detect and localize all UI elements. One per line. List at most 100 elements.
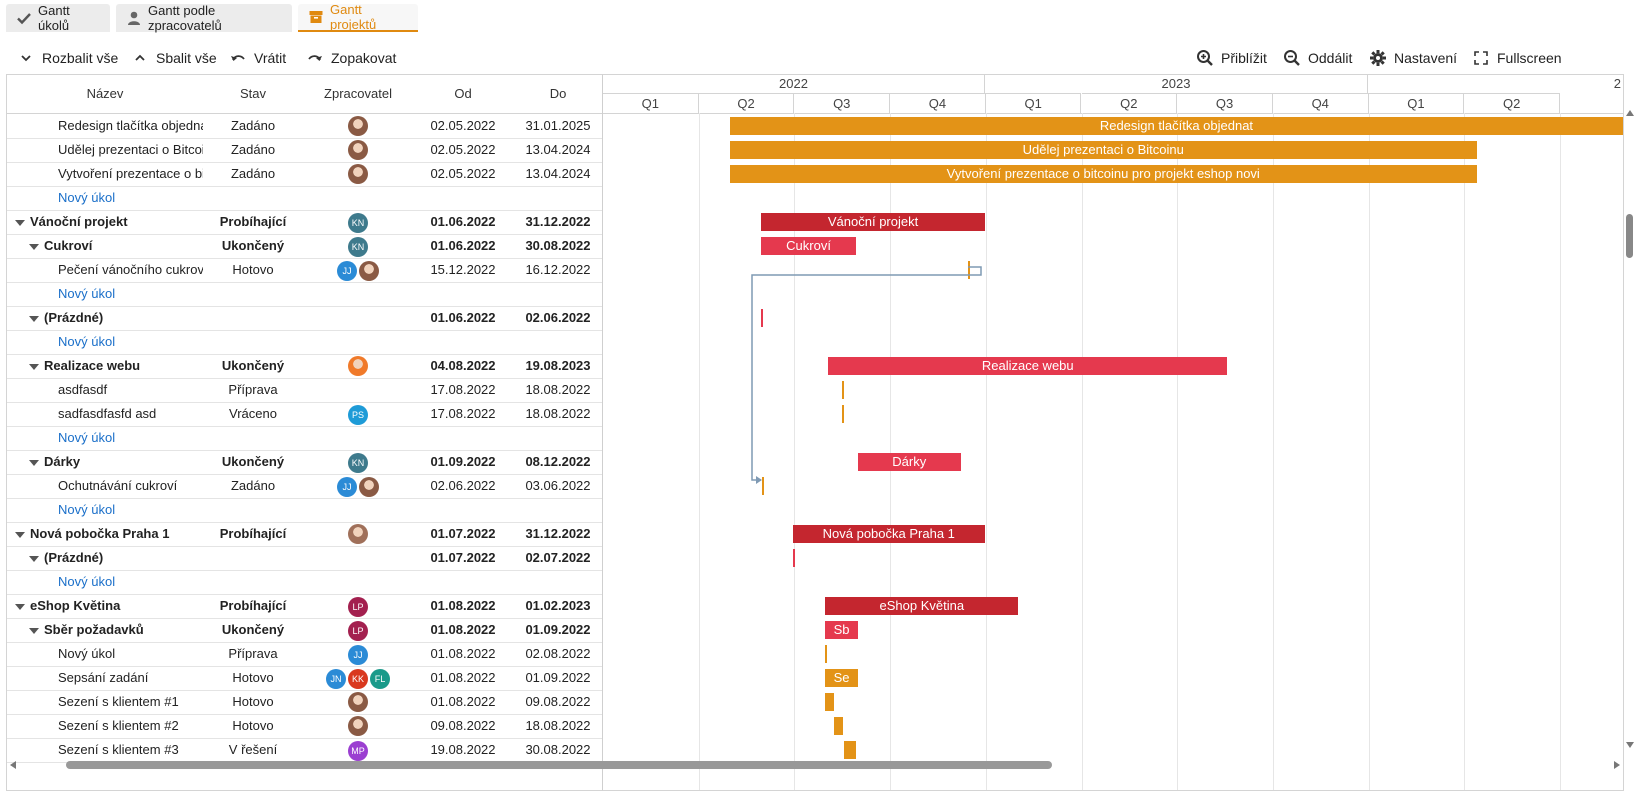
scroll-up-arrow[interactable] bbox=[1626, 110, 1634, 116]
expand-caret-icon[interactable] bbox=[29, 363, 39, 370]
table-row[interactable]: eShop Květina Probíhající LP 01.08.2022 01.0… bbox=[7, 594, 603, 619]
avatar[interactable]: KN bbox=[348, 237, 368, 257]
fullscreen-icon bbox=[1472, 49, 1490, 67]
table-row[interactable]: Udělej prezentaci o Bitcoi Zadáno 02.05.20… bbox=[7, 138, 603, 163]
avatar[interactable] bbox=[348, 356, 368, 376]
table-row[interactable]: Nová pobočka Praha 1 Probíhající 01.07.202… bbox=[7, 522, 603, 547]
expand-caret-icon[interactable] bbox=[15, 531, 25, 538]
column-header-status[interactable]: Stav bbox=[203, 75, 303, 113]
avatar[interactable]: KK bbox=[348, 669, 368, 689]
expand-caret-icon[interactable] bbox=[29, 459, 39, 466]
new-task-row[interactable]: Nový úkol bbox=[7, 426, 603, 451]
undo-button[interactable]: Vrátit bbox=[229, 43, 286, 73]
new-task-link[interactable]: Nový úkol bbox=[58, 190, 115, 205]
table-row[interactable]: Vytvoření prezentace o bi Zadáno 02.05.202… bbox=[7, 162, 603, 187]
new-task-link[interactable]: Nový úkol bbox=[58, 430, 115, 445]
horizontal-scroll-thumb[interactable] bbox=[66, 761, 1052, 769]
cell-to: 18.08.2022 bbox=[525, 382, 591, 397]
expand-caret-icon[interactable] bbox=[29, 555, 39, 562]
column-header-assignee[interactable]: Zpracovatel bbox=[303, 75, 413, 113]
settings-button[interactable]: Nastavení bbox=[1369, 43, 1457, 73]
cell-assignee: PS bbox=[303, 402, 413, 426]
new-task-row[interactable]: Nový úkol bbox=[7, 186, 603, 211]
cell-status: Zadáno bbox=[230, 478, 276, 493]
redo-button[interactable]: Zopakovat bbox=[306, 43, 396, 73]
cell-name: Vytvoření prezentace o bi bbox=[7, 162, 203, 186]
new-task-link[interactable]: Nový úkol bbox=[58, 502, 115, 517]
column-header-from[interactable]: Od bbox=[413, 75, 513, 113]
column-header-to[interactable]: Do bbox=[513, 75, 603, 113]
table-row[interactable]: Dárky Ukončený KN 01.09.2022 08.12.2022 bbox=[7, 450, 603, 475]
table-row[interactable]: Realizace webu Ukončený 04.08.2022 19.08.20… bbox=[7, 354, 603, 379]
new-task-row[interactable]: Nový úkol bbox=[7, 498, 603, 523]
collapse-all-button[interactable]: Sbalit vše bbox=[131, 43, 217, 73]
avatar[interactable] bbox=[348, 692, 368, 712]
new-task-link[interactable]: Nový úkol bbox=[58, 574, 115, 589]
horizontal-scrollbar[interactable] bbox=[6, 758, 1638, 772]
table-row[interactable]: (Prázdné) 01.07.2022 02.07.2022 bbox=[7, 546, 603, 571]
new-task-link[interactable]: Nový úkol bbox=[58, 286, 115, 301]
table-row[interactable]: Redesign tlačítka objedna Zadáno 02.05.202… bbox=[7, 114, 603, 139]
tab-gantt-tasks[interactable]: Gantt úkolů bbox=[6, 3, 110, 33]
table-row[interactable]: Sběr požadavků Ukončený LP 01.08.2022 01.09.… bbox=[7, 618, 603, 643]
table-row[interactable]: Cukroví Ukončený KN 01.06.2022 30.08.2022 bbox=[7, 234, 603, 259]
fullscreen-button[interactable]: Fullscreen bbox=[1472, 43, 1562, 73]
scroll-left-arrow[interactable] bbox=[10, 761, 16, 769]
table-row[interactable]: Sezení s klientem #1 Hotovo 01.08.2022 09.0… bbox=[7, 690, 603, 715]
expand-caret-icon[interactable] bbox=[29, 243, 39, 250]
expand-caret-icon[interactable] bbox=[15, 219, 25, 226]
avatar[interactable] bbox=[348, 524, 368, 544]
new-task-row[interactable]: Nový úkol bbox=[7, 570, 603, 595]
avatar[interactable]: LP bbox=[348, 621, 368, 641]
cell-name: eShop Květina bbox=[7, 594, 203, 618]
avatar[interactable]: FL bbox=[370, 669, 390, 689]
expand-all-button[interactable]: Rozbalit vše bbox=[17, 43, 118, 73]
expand-caret-icon[interactable] bbox=[29, 627, 39, 634]
cell-name: Sběr požadavků bbox=[7, 618, 203, 642]
tab-gantt-assignees[interactable]: Gantt podle zpracovatelů bbox=[116, 3, 292, 33]
table-row[interactable]: Pečení vánočního cukroví Hotovo JJ 15.12.20… bbox=[7, 258, 603, 283]
avatar[interactable]: JN bbox=[326, 669, 346, 689]
zoom-out-icon bbox=[1283, 49, 1301, 67]
avatar[interactable]: KN bbox=[348, 453, 368, 473]
avatar[interactable]: JJ bbox=[348, 645, 368, 665]
cell-name: Ochutnávání cukroví bbox=[7, 474, 203, 498]
archive-icon bbox=[308, 9, 324, 25]
vertical-scroll-thumb[interactable] bbox=[1626, 214, 1633, 258]
zoom-in-button[interactable]: Přiblížit bbox=[1196, 43, 1267, 73]
tab-gantt-projects[interactable]: Gantt projektů bbox=[298, 2, 418, 32]
avatar[interactable]: KN bbox=[348, 213, 368, 233]
vertical-scrollbar[interactable] bbox=[1622, 110, 1638, 758]
table-row[interactable]: Sepsání zadání Hotovo JN KK FL 01.08.2022 01.0… bbox=[7, 666, 603, 691]
new-task-row[interactable]: Nový úkol bbox=[7, 282, 603, 307]
avatar[interactable]: JJ bbox=[337, 477, 357, 497]
column-header-name[interactable]: Název bbox=[7, 75, 203, 113]
avatar[interactable] bbox=[359, 261, 379, 281]
expand-caret-icon[interactable] bbox=[15, 603, 25, 610]
avatar[interactable] bbox=[348, 140, 368, 160]
dependency-link[interactable] bbox=[603, 75, 1623, 790]
zoom-out-button[interactable]: Oddálit bbox=[1283, 43, 1352, 73]
table-row[interactable]: Vánoční projekt Probíhající KN 01.06.2022 31… bbox=[7, 210, 603, 235]
avatar[interactable] bbox=[359, 477, 379, 497]
avatar[interactable] bbox=[348, 716, 368, 736]
table-row[interactable]: sadfasdfasfd asd Vráceno PS 17.08.2022 18.08… bbox=[7, 402, 603, 427]
table-row[interactable]: Nový úkol Příprava JJ 01.08.2022 02.08.2022 bbox=[7, 642, 603, 667]
avatar[interactable] bbox=[348, 116, 368, 136]
table-row[interactable]: Ochutnávání cukroví Zadáno JJ 02.06.2022 03.… bbox=[7, 474, 603, 499]
avatar[interactable] bbox=[348, 164, 368, 184]
avatar[interactable]: LP bbox=[348, 597, 368, 617]
new-task-row[interactable]: Nový úkol bbox=[7, 330, 603, 355]
new-task-link[interactable]: Nový úkol bbox=[58, 334, 115, 349]
cell-to bbox=[513, 186, 603, 210]
cell-name: Nový úkol bbox=[7, 186, 203, 210]
table-row[interactable]: Sezení s klientem #2 Hotovo 09.08.2022 18.0… bbox=[7, 714, 603, 739]
scroll-down-arrow[interactable] bbox=[1626, 742, 1634, 748]
table-row[interactable]: asdfasdf Příprava 17.08.2022 18.08.2022 bbox=[7, 378, 603, 403]
avatar[interactable]: JJ bbox=[337, 261, 357, 281]
avatar[interactable]: PS bbox=[348, 405, 368, 425]
table-row[interactable]: (Prázdné) 01.06.2022 02.06.2022 bbox=[7, 306, 603, 331]
cell-to: 19.08.2023 bbox=[525, 358, 591, 373]
scroll-right-arrow[interactable] bbox=[1614, 761, 1620, 769]
expand-caret-icon[interactable] bbox=[29, 315, 39, 322]
